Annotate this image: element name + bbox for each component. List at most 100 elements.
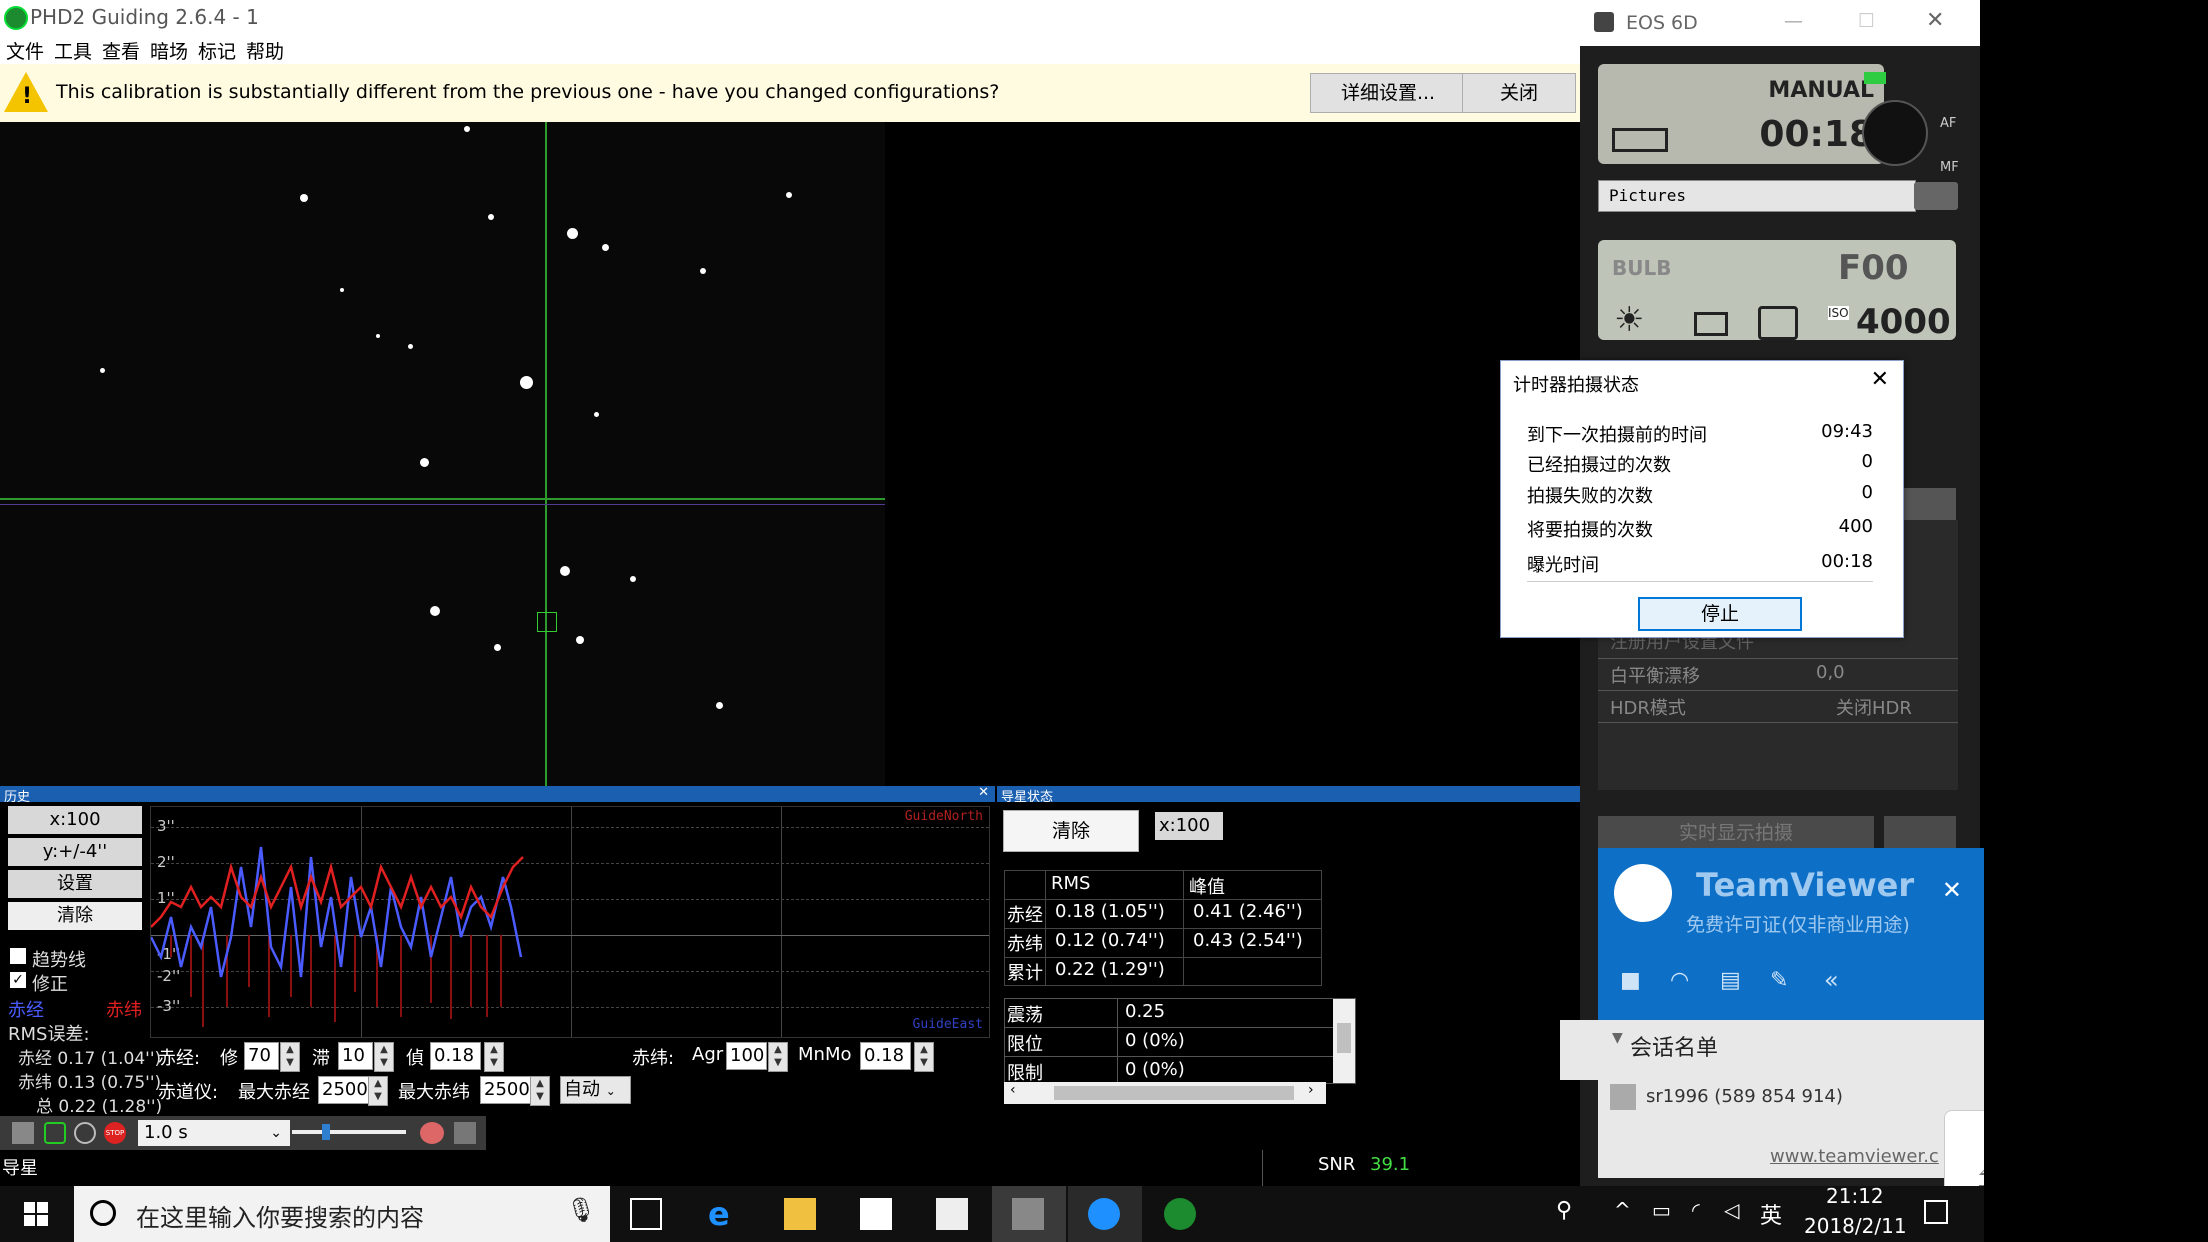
- dec-agr-spinner[interactable]: ▲ ▼: [768, 1042, 788, 1072]
- vertical-scrollbar[interactable]: [1333, 999, 1355, 1083]
- dec-minmo-spinner[interactable]: ▲ ▼: [914, 1042, 934, 1072]
- file-icon[interactable]: ▤: [1720, 968, 1741, 993]
- settings-row[interactable]: 白平衡漂移 0,0: [1598, 658, 1958, 691]
- guide-target-icon[interactable]: [74, 1122, 96, 1144]
- clock-time[interactable]: 21:12: [1826, 1184, 1884, 1208]
- phd2-icon[interactable]: [1164, 1198, 1196, 1230]
- timer-icon[interactable]: [1900, 488, 1956, 520]
- edge-icon[interactable]: e: [708, 1198, 740, 1230]
- session-list-tab[interactable]: [1560, 1020, 1600, 1080]
- drive-mode-icon[interactable]: [1758, 306, 1798, 340]
- guide-camera-image[interactable]: [0, 122, 885, 786]
- close-info-button[interactable]: 关闭: [1462, 73, 1576, 113]
- cam-settings-icon[interactable]: [454, 1122, 476, 1144]
- history-graph[interactable]: 3'' 2'' 1'' -1'' -2'' -3'' GuideNorth Gu…: [150, 806, 990, 1038]
- iso-value[interactable]: 4000: [1856, 302, 1951, 342]
- close-icon[interactable]: ✕: [1942, 876, 1962, 904]
- max-ra-input[interactable]: 2500: [318, 1076, 369, 1104]
- live-view-button[interactable]: 实时显示拍摄: [1598, 816, 1874, 850]
- menu-tools[interactable]: 工具: [54, 37, 92, 64]
- stats-clear-button[interactable]: 清除: [1003, 810, 1139, 852]
- ra-hysteresis-spinner[interactable]: ▲ ▼: [374, 1042, 394, 1072]
- dec-guide-mode-select[interactable]: 自动 ⌄: [560, 1076, 631, 1104]
- tools-icon[interactable]: ✎: [1770, 968, 1788, 993]
- teamviewer-icon[interactable]: [1088, 1198, 1120, 1230]
- windows-start-icon[interactable]: [24, 1202, 48, 1226]
- close-icon[interactable]: ✕: [1871, 367, 1889, 392]
- star: [700, 268, 706, 274]
- correction-checkbox[interactable]: ✓: [10, 972, 26, 988]
- max-dec-spinner[interactable]: ▲ ▼: [530, 1076, 550, 1106]
- gamma-slider-track[interactable]: [292, 1130, 406, 1134]
- ra-minmo-input[interactable]: 0.18: [430, 1042, 481, 1070]
- destination-folder[interactable]: Pictures: [1598, 180, 1916, 212]
- mail-icon[interactable]: [936, 1198, 968, 1230]
- scroll-right-icon[interactable]: ›: [1308, 1082, 1314, 1098]
- camera-settings-icon[interactable]: [1914, 182, 1958, 210]
- taskbar-search[interactable]: 在这里输入你要搜索的内容 🎙: [74, 1186, 610, 1242]
- wifi-icon[interactable]: ◜: [1692, 1198, 1700, 1222]
- menu-help[interactable]: 帮助: [246, 37, 284, 64]
- details-button[interactable]: 详细设置...: [1310, 73, 1466, 113]
- task-view-icon[interactable]: [630, 1198, 662, 1230]
- clock-date[interactable]: 2018/2/11: [1804, 1214, 1907, 1238]
- ra-aggressiveness-spinner[interactable]: ▲ ▼: [280, 1042, 300, 1072]
- history-clear-button[interactable]: 清除: [8, 902, 142, 930]
- x-scale-dropdown[interactable]: x:100: [8, 806, 142, 834]
- mode-dial[interactable]: [1862, 100, 1928, 166]
- stats-row-peak: 0.41 (2.46''): [1193, 901, 1303, 922]
- notification-icon[interactable]: [1924, 1200, 1948, 1224]
- ra-minmo-spinner[interactable]: ▲ ▼: [484, 1042, 504, 1072]
- aperture-value[interactable]: F00: [1838, 248, 1909, 288]
- menu-darks[interactable]: 暗场: [150, 37, 188, 64]
- video-icon[interactable]: ■: [1620, 968, 1641, 993]
- scrollbar-thumb[interactable]: [1054, 1086, 1294, 1100]
- session-entry[interactable]: sr1996 (589 854 914): [1646, 1086, 1843, 1107]
- menu-file[interactable]: 文件: [6, 37, 44, 64]
- live-view-options-button[interactable]: [1884, 816, 1956, 850]
- stats-x-scale-dropdown[interactable]: x:100: [1155, 812, 1223, 840]
- loop-icon[interactable]: [44, 1122, 66, 1144]
- stop-button[interactable]: 停止: [1638, 597, 1802, 631]
- ra-aggressiveness-input[interactable]: 70: [244, 1042, 279, 1070]
- microphone-icon[interactable]: 🎙: [566, 1196, 596, 1224]
- history-settings-button[interactable]: 设置: [8, 870, 142, 898]
- exposure-select[interactable]: 1.0 s ⌄: [138, 1120, 290, 1146]
- headset-icon[interactable]: ◠: [1670, 968, 1689, 993]
- person-icon[interactable]: ⚲: [1556, 1198, 1572, 1223]
- gear-icon[interactable]: [12, 1122, 34, 1144]
- trend-checkbox[interactable]: [10, 948, 26, 964]
- dec-minmo-input[interactable]: 0.18: [860, 1042, 911, 1070]
- collapse-icon[interactable]: «: [1824, 966, 1839, 994]
- stop-icon[interactable]: STOP: [104, 1122, 126, 1144]
- phd2-logo-icon: [4, 6, 28, 30]
- settings-row[interactable]: HDR模式 关闭HDR: [1598, 690, 1958, 723]
- brain-icon[interactable]: [420, 1122, 444, 1144]
- max-ra-spinner[interactable]: ▲ ▼: [368, 1076, 388, 1106]
- metering-icon[interactable]: [1694, 312, 1728, 336]
- dec-agr-input[interactable]: 100: [726, 1042, 767, 1070]
- minimize-icon[interactable]: —: [1784, 10, 1803, 32]
- gamma-slider-handle[interactable]: [322, 1124, 330, 1140]
- close-icon[interactable]: ✕: [978, 785, 989, 800]
- close-icon[interactable]: ✕: [1926, 8, 1944, 33]
- white-balance-icon[interactable]: ☀: [1614, 300, 1644, 340]
- horizontal-scrollbar[interactable]: ‹ ›: [1004, 1082, 1326, 1104]
- volume-icon[interactable]: ◁: [1724, 1198, 1739, 1222]
- expand-icon[interactable]: ▼: [1612, 1030, 1623, 1046]
- ra-hysteresis-input[interactable]: 10: [338, 1042, 373, 1070]
- teamviewer-link[interactable]: www.teamviewer.c: [1770, 1146, 1939, 1167]
- maximize-icon[interactable]: ☐: [1858, 10, 1875, 32]
- store-icon[interactable]: [860, 1198, 892, 1230]
- battery-tray-icon[interactable]: ▭: [1652, 1198, 1671, 1222]
- ime-indicator[interactable]: 英: [1760, 1198, 1782, 1230]
- menu-view[interactable]: 查看: [102, 37, 140, 64]
- menu-bookmarks[interactable]: 标记: [198, 37, 236, 64]
- scrollbar-thumb[interactable]: [1337, 1023, 1351, 1053]
- scroll-left-icon[interactable]: ‹: [1010, 1082, 1016, 1098]
- max-dec-input[interactable]: 2500: [480, 1076, 531, 1104]
- chevron-up-icon[interactable]: ^: [1614, 1198, 1631, 1222]
- y-scale-dropdown[interactable]: y:+/-4'': [8, 838, 142, 866]
- eos-utility-icon[interactable]: [1012, 1198, 1044, 1230]
- file-explorer-icon[interactable]: [784, 1198, 816, 1230]
